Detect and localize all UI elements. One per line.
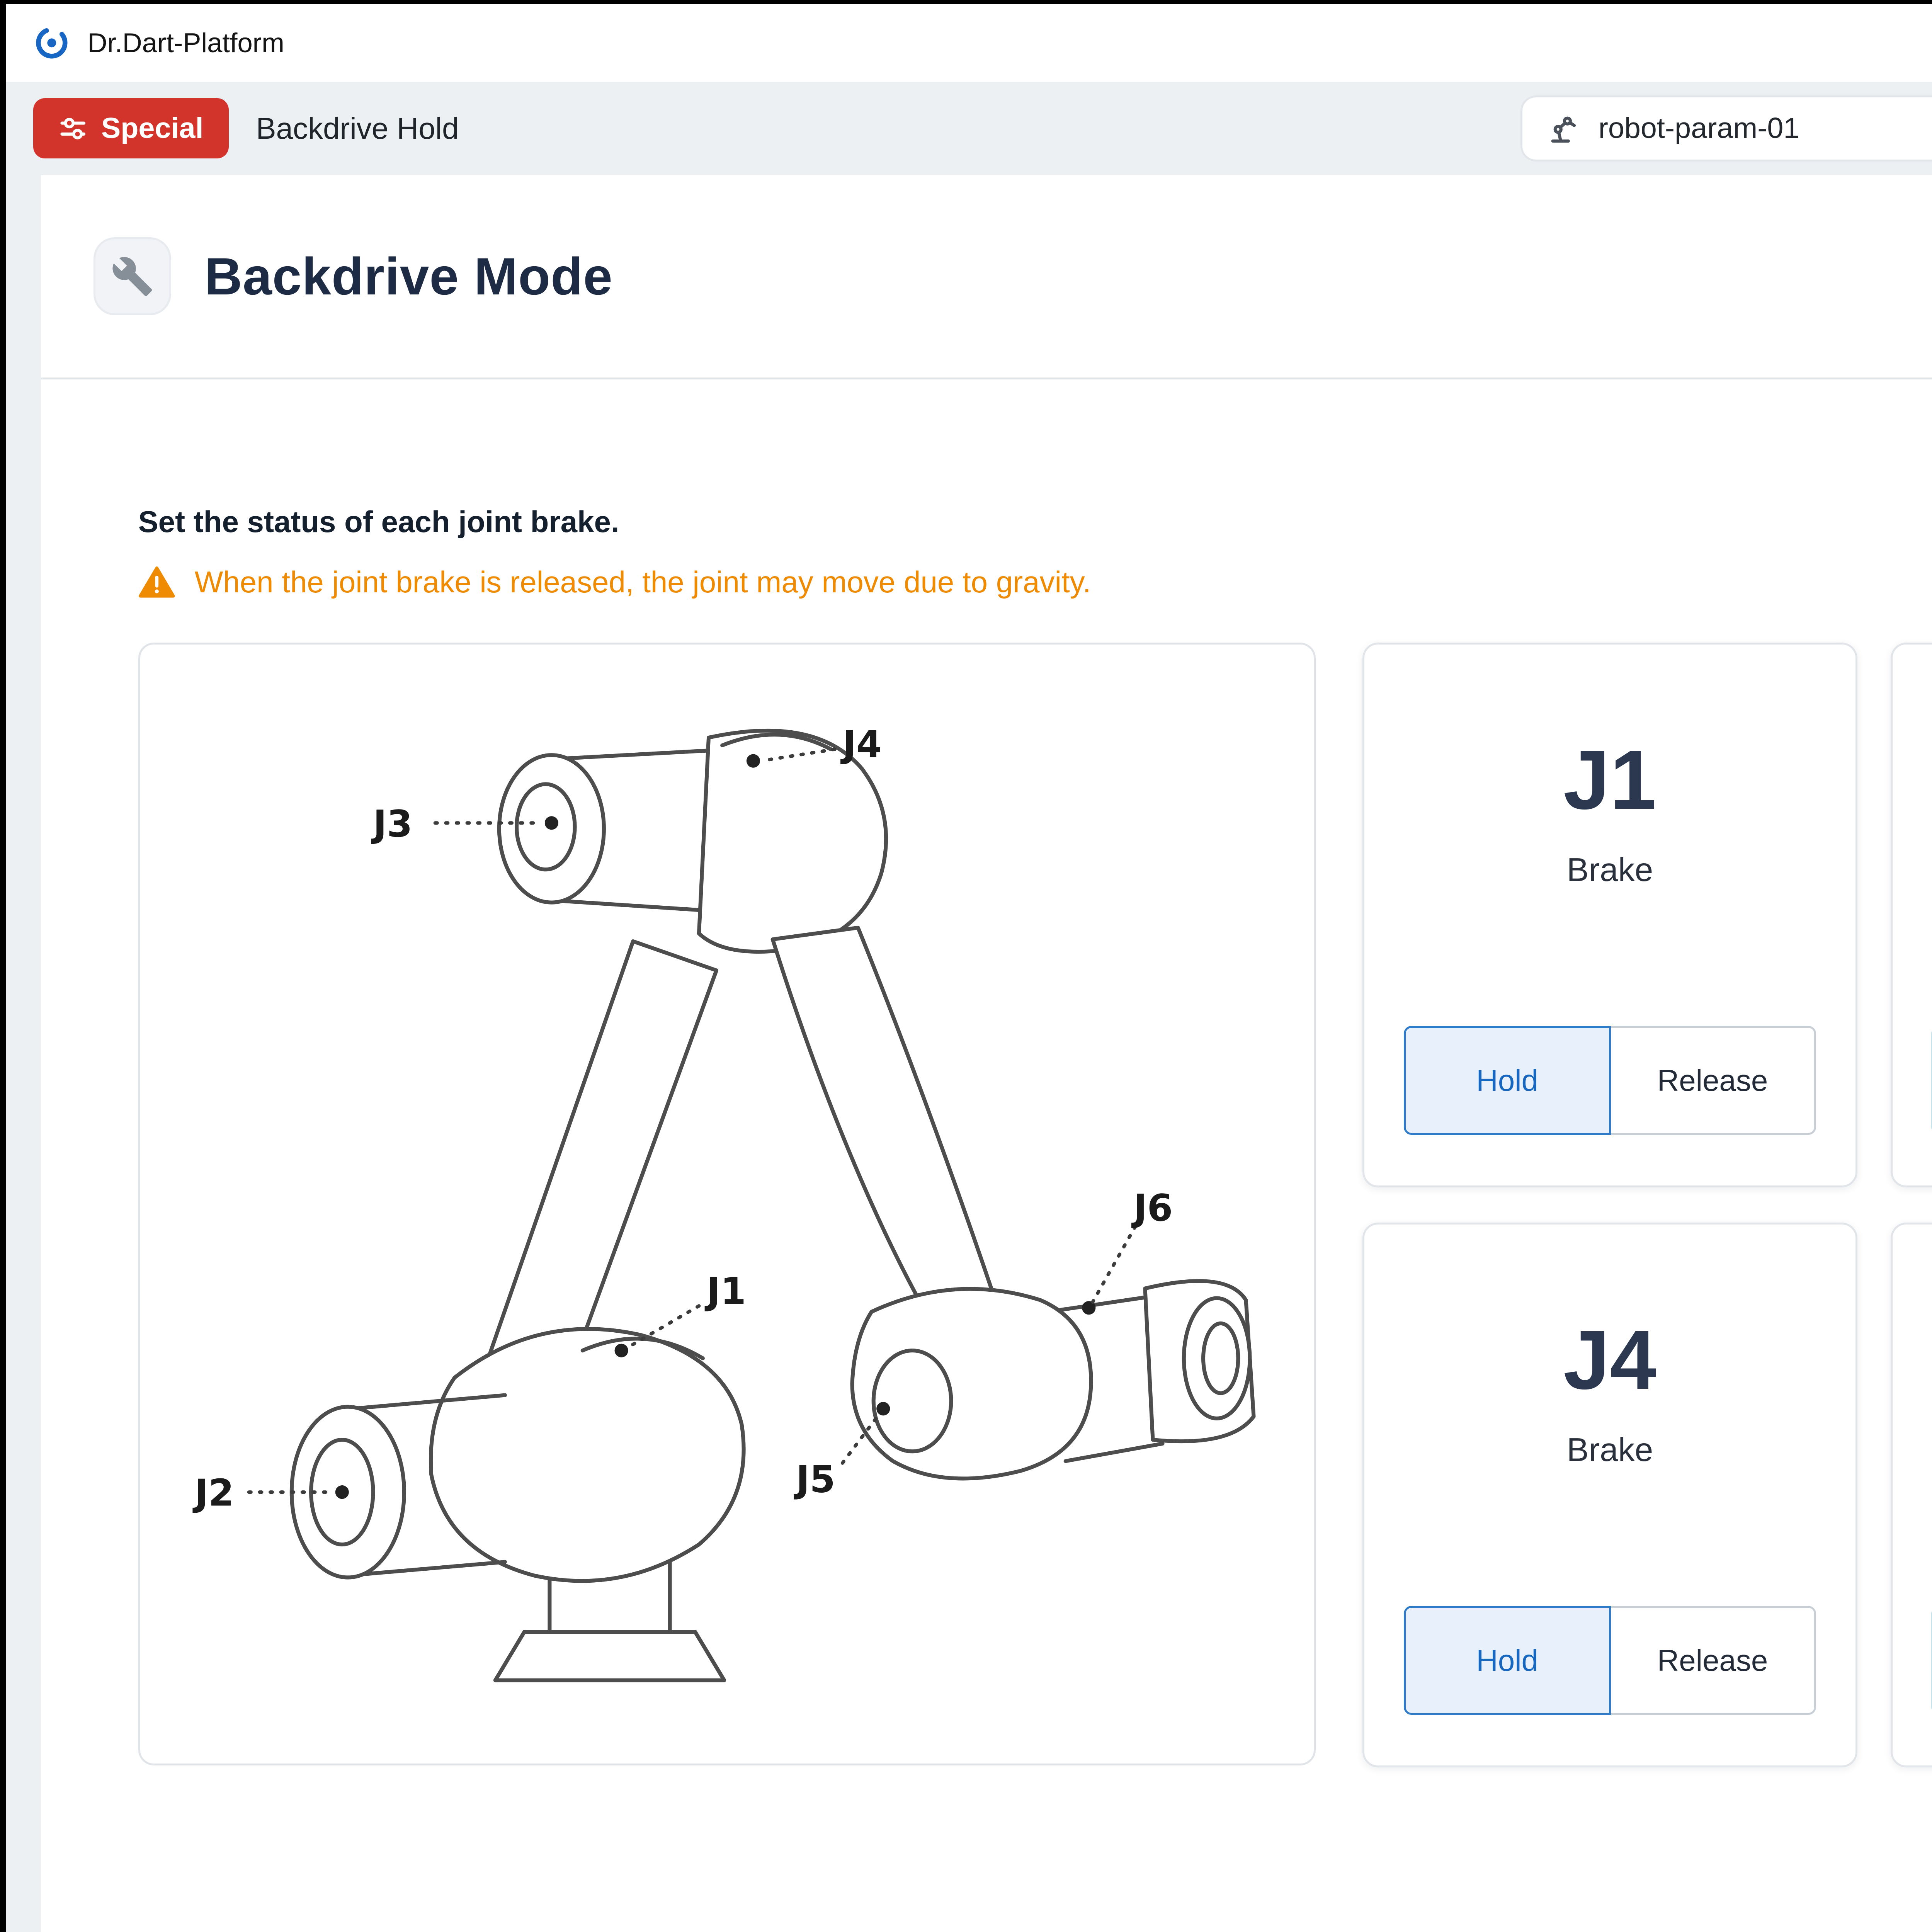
warning-icon	[138, 566, 175, 599]
joint-label-j1: J1	[704, 1270, 746, 1313]
robot-arm-illustration: J1 J2 J3 J4 J5 J6	[140, 645, 1314, 1764]
warning-text: When the joint brake is released, the jo…	[195, 565, 1091, 600]
brake-toggle-j4: Hold Release	[1404, 1606, 1816, 1715]
toolbar-right: robot-param-01 aabaf86f	[1520, 95, 1932, 162]
joint-brake-label: Brake	[1567, 1431, 1653, 1469]
content-panel: Backdrive Mode Backdrive Servo On Set th…	[41, 175, 1932, 1932]
work-row: J1 J2 J3 J4 J5 J6 J1	[138, 643, 1932, 1767]
joint-brake-label: Brake	[1567, 851, 1653, 889]
app-logo-icon	[33, 24, 70, 61]
joint-card-j4: J4 Brake Hold Release	[1362, 1223, 1857, 1767]
toolbar: Special Backdrive Hold robot-param-01	[6, 82, 1932, 175]
page-icon-badge	[94, 237, 171, 315]
joint-name: J1	[1563, 738, 1656, 822]
instruction-text: Set the status of each joint brake.	[138, 504, 1932, 539]
special-label: Special	[101, 112, 204, 145]
release-button[interactable]: Release	[1611, 1028, 1814, 1133]
joint-label-j4: J4	[840, 723, 882, 766]
joint-label-j3: J3	[371, 803, 412, 845]
window-title: Dr.Dart-Platform	[88, 27, 284, 58]
joint-card-j2: J2 Brake Hold Release	[1891, 643, 1932, 1187]
wrench-icon	[111, 255, 154, 298]
main-area: Backdrive Mode Backdrive Servo On Set th…	[6, 175, 1932, 1932]
special-mode-button[interactable]: Special	[33, 98, 229, 158]
joint-name: J4	[1563, 1318, 1656, 1402]
robot-param-selector[interactable]: robot-param-01 aabaf86f	[1520, 95, 1932, 162]
joint-label-j5: J5	[793, 1458, 835, 1501]
sliders-icon	[58, 114, 88, 143]
joint-label-j6: J6	[1131, 1187, 1173, 1230]
robot-param-name: robot-param-01	[1599, 112, 1800, 145]
title-bar: Dr.Dart-Platform – ▢ ✕	[6, 4, 1932, 82]
hold-button[interactable]: Hold	[1404, 1606, 1611, 1715]
robot-illustration-panel: J1 J2 J3 J4 J5 J6	[138, 643, 1316, 1765]
brake-toggle-j1: Hold Release	[1404, 1026, 1816, 1135]
release-button[interactable]: Release	[1611, 1608, 1814, 1713]
page-content: Set the status of each joint brake. When…	[41, 379, 1932, 1932]
app-window: Dr.Dart-Platform – ▢ ✕ Special Backdrive…	[6, 4, 1932, 1932]
robot-arm-icon	[1546, 111, 1581, 146]
screen: Dr.Dart-Platform – ▢ ✕ Special Backdrive…	[0, 0, 1932, 1932]
joint-card-j1: J1 Brake Hold Release	[1362, 643, 1857, 1187]
backdrive-hold-status: Backdrive Hold	[256, 111, 459, 146]
joint-label-j2: J2	[192, 1472, 234, 1515]
hold-button[interactable]: Hold	[1404, 1026, 1611, 1135]
joint-card-j5: J5 Brake Hold Release	[1891, 1223, 1932, 1767]
joint-cards-grid: J1 Brake Hold Release J2 Brake Hold	[1362, 643, 1932, 1767]
page-header: Backdrive Mode Backdrive Servo On	[41, 175, 1932, 378]
warning-row: When the joint brake is released, the jo…	[138, 565, 1932, 600]
page-title: Backdrive Mode	[204, 246, 613, 306]
